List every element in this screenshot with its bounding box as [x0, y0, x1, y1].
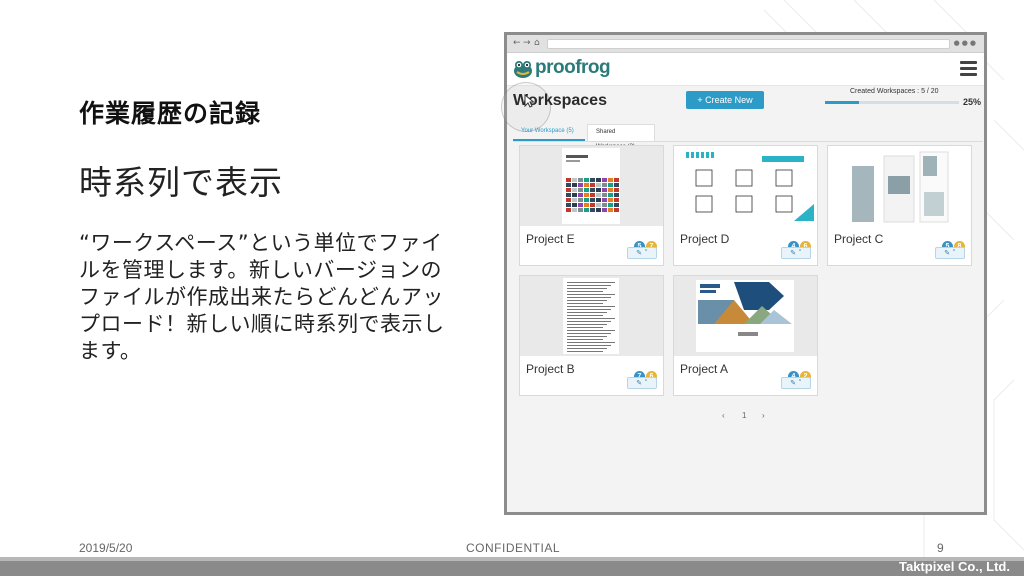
browser-toolbar: ← → ⌂ ●●● — [507, 35, 984, 53]
footer-date: 2019/5/20 — [79, 541, 133, 555]
footer-confidential: CONFIDENTIAL — [466, 541, 561, 555]
project-card[interactable]: Project E 57 ✎ ˅ — [519, 145, 664, 266]
app-header: proofrog — [507, 53, 984, 86]
project-card[interactable]: Project A 42 ✎ ˅ — [673, 275, 818, 396]
project-name: Project A — [680, 362, 729, 376]
forward-icon: → — [523, 38, 531, 48]
project-name: Project E — [526, 232, 575, 246]
edit-dropdown-button[interactable]: ✎ ˅ — [627, 377, 657, 389]
flyer-thumbnail-icon — [696, 280, 794, 352]
edit-dropdown-button[interactable]: ✎ ˅ — [935, 247, 965, 259]
footer-bar: Taktpixel Co., Ltd. — [0, 557, 1024, 576]
edit-dropdown-button[interactable]: ✎ ˅ — [627, 247, 657, 259]
browser-screenshot: ← → ⌂ ●●● proofrog Workspaces + Create N… — [501, 32, 987, 515]
project-thumbnail — [520, 276, 663, 356]
url-bar — [547, 39, 950, 49]
progress-fill — [825, 101, 859, 104]
create-new-button[interactable]: + Create New — [686, 91, 764, 109]
tab-your-workspace[interactable]: Your Workspace (5) — [513, 124, 585, 141]
window-controls-icon: ●●● — [953, 39, 978, 47]
footer-stripe — [0, 557, 1024, 561]
document-thumbnail-icon — [562, 148, 620, 224]
prev-page-button[interactable]: ‹ — [722, 411, 725, 420]
back-icon: ← — [513, 38, 521, 48]
pagination: ‹ 1 › — [718, 408, 774, 428]
home-icon: ⌂ — [534, 38, 540, 48]
mouse-cursor-icon — [524, 94, 534, 108]
slide-title: 作業履歴の記録 — [79, 99, 262, 128]
project-thumbnail — [674, 146, 817, 226]
next-page-button[interactable]: › — [762, 411, 765, 420]
footer-page-number: 9 — [937, 541, 944, 555]
company-name: Taktpixel Co., Ltd. — [899, 559, 1010, 574]
project-thumbnail — [674, 276, 817, 356]
page-number-button[interactable]: 1 — [742, 411, 746, 420]
project-card[interactable]: Project B 76 ✎ ˅ — [519, 275, 664, 396]
tab-divider — [513, 141, 983, 142]
project-name: Project B — [526, 362, 575, 376]
slide-body-text: “ワークスペース”という単位でファイルを管理します。新しいバージョンのファイルが… — [79, 231, 445, 363]
project-thumbnail — [520, 146, 663, 226]
edit-dropdown-button[interactable]: ✎ ˅ — [781, 377, 811, 389]
tab-shared-workspace[interactable]: Shared Workspace (2) — [587, 124, 655, 150]
brochure-thumbnail-icon — [852, 151, 949, 223]
workspace-toolbar: Workspaces + Create New Created Workspac… — [501, 82, 984, 150]
text-document-thumbnail-icon — [563, 278, 619, 354]
workspace-usage-progress — [825, 101, 959, 104]
project-name: Project D — [680, 232, 730, 246]
project-thumbnail — [828, 146, 971, 226]
project-name: Project C — [834, 232, 884, 246]
progress-percent: 25% — [963, 97, 982, 107]
project-card[interactable]: Project C 58 ✎ ˅ — [827, 145, 972, 266]
app-logo-text: proofrog — [535, 57, 611, 78]
hamburger-menu-icon[interactable] — [960, 61, 977, 76]
slide-subtitle: 時系列で表示 — [79, 163, 283, 202]
presentation-thumbnail-icon — [680, 149, 814, 223]
project-card[interactable]: Project D 46 ✎ ˅ — [673, 145, 818, 266]
frog-logo-icon — [514, 61, 532, 78]
created-workspaces-label: Created Workspaces : 5 / 20 — [850, 88, 939, 95]
edit-dropdown-button[interactable]: ✎ ˅ — [781, 247, 811, 259]
